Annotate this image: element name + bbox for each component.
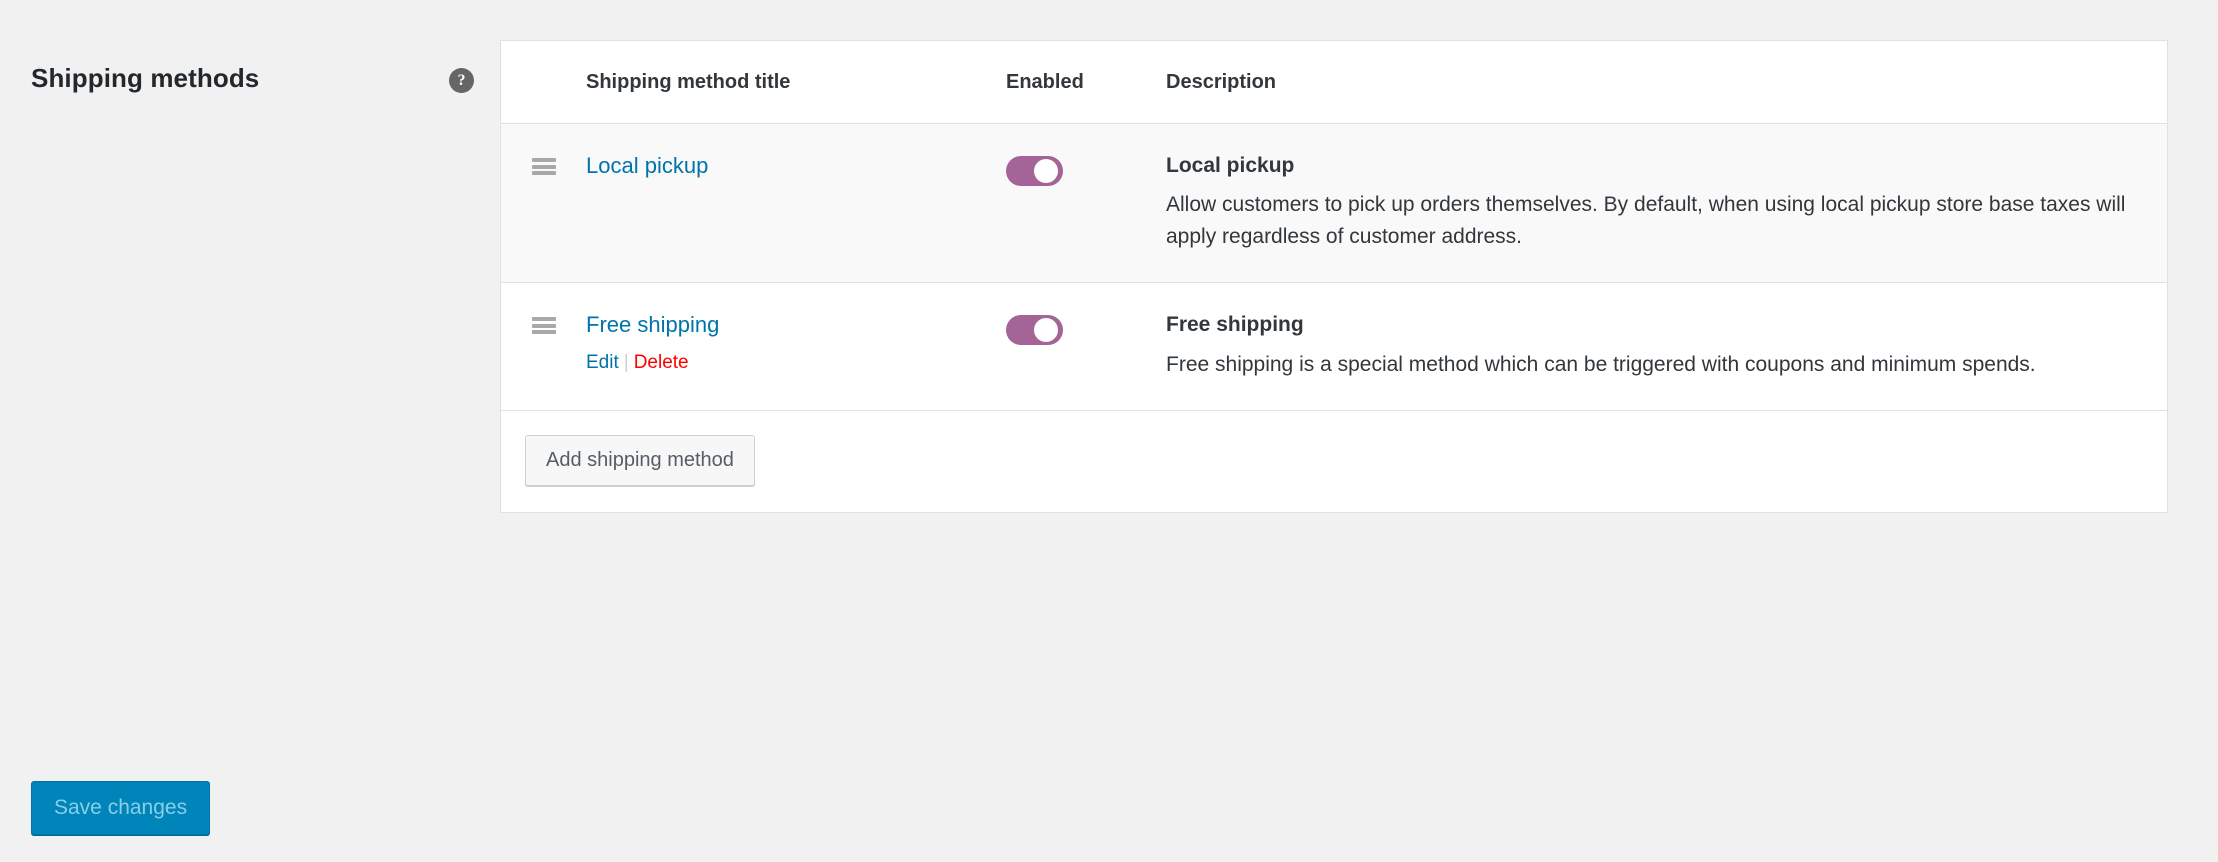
row-description-cell: Local pickup Allow customers to pick up … [1166, 124, 2167, 283]
row-sort-cell [501, 283, 586, 411]
column-header-enabled: Enabled [1006, 41, 1166, 124]
add-shipping-method-button[interactable]: Add shipping method [525, 435, 755, 486]
toggle-knob [1034, 318, 1058, 342]
section-label-column: Shipping methods ? [0, 0, 500, 96]
page-title: Shipping methods [31, 62, 259, 96]
panel-footer: Add shipping method [501, 411, 2167, 512]
shipping-methods-panel: Shipping method title Enabled Descriptio… [500, 40, 2168, 513]
edit-link[interactable]: Edit [586, 352, 619, 373]
enabled-toggle-free-shipping[interactable] [1006, 315, 1063, 345]
row-title-cell: Free shipping Edit|Delete [586, 283, 1006, 411]
toggle-knob [1034, 159, 1058, 183]
enabled-toggle-local-pickup[interactable] [1006, 156, 1063, 186]
row-title-cell: Local pickup [586, 124, 1006, 283]
save-changes-button[interactable]: Save changes [31, 781, 210, 835]
description-title: Local pickup [1166, 152, 2167, 179]
row-description-cell: Free shipping Free shipping is a special… [1166, 283, 2167, 411]
question-mark-circle-icon[interactable]: ? [449, 68, 474, 93]
action-separator: | [619, 352, 634, 373]
table-row: Local pickup Local pickup Allow customer… [501, 124, 2167, 283]
shipping-method-link-local-pickup[interactable]: Local pickup [586, 152, 708, 180]
drag-handle-icon[interactable] [532, 158, 556, 175]
shipping-settings-page: Shipping methods ? Shipping method title… [0, 0, 2218, 862]
column-header-description: Description [1166, 41, 2167, 124]
table-header-row: Shipping method title Enabled Descriptio… [501, 41, 2167, 124]
save-changes-area: Save changes [31, 781, 210, 835]
description-title: Free shipping [1166, 311, 2167, 338]
drag-handle-icon[interactable] [532, 317, 556, 334]
table-body: Local pickup Local pickup Allow customer… [501, 124, 2167, 411]
description-body: Free shipping is a special method which … [1166, 349, 2146, 381]
shipping-methods-table: Shipping method title Enabled Descriptio… [501, 41, 2167, 411]
row-enabled-cell [1006, 124, 1166, 283]
table-row: Free shipping Edit|Delete Free shipping … [501, 283, 2167, 411]
row-sort-cell [501, 124, 586, 283]
delete-link[interactable]: Delete [634, 352, 689, 373]
table-header: Shipping method title Enabled Descriptio… [501, 41, 2167, 124]
row-actions: Edit|Delete [586, 349, 1006, 378]
column-header-title: Shipping method title [586, 41, 1006, 124]
column-header-sort [501, 41, 586, 124]
description-body: Allow customers to pick up orders themse… [1166, 189, 2146, 252]
row-enabled-cell [1006, 283, 1166, 411]
shipping-method-link-free-shipping[interactable]: Free shipping [586, 311, 719, 339]
